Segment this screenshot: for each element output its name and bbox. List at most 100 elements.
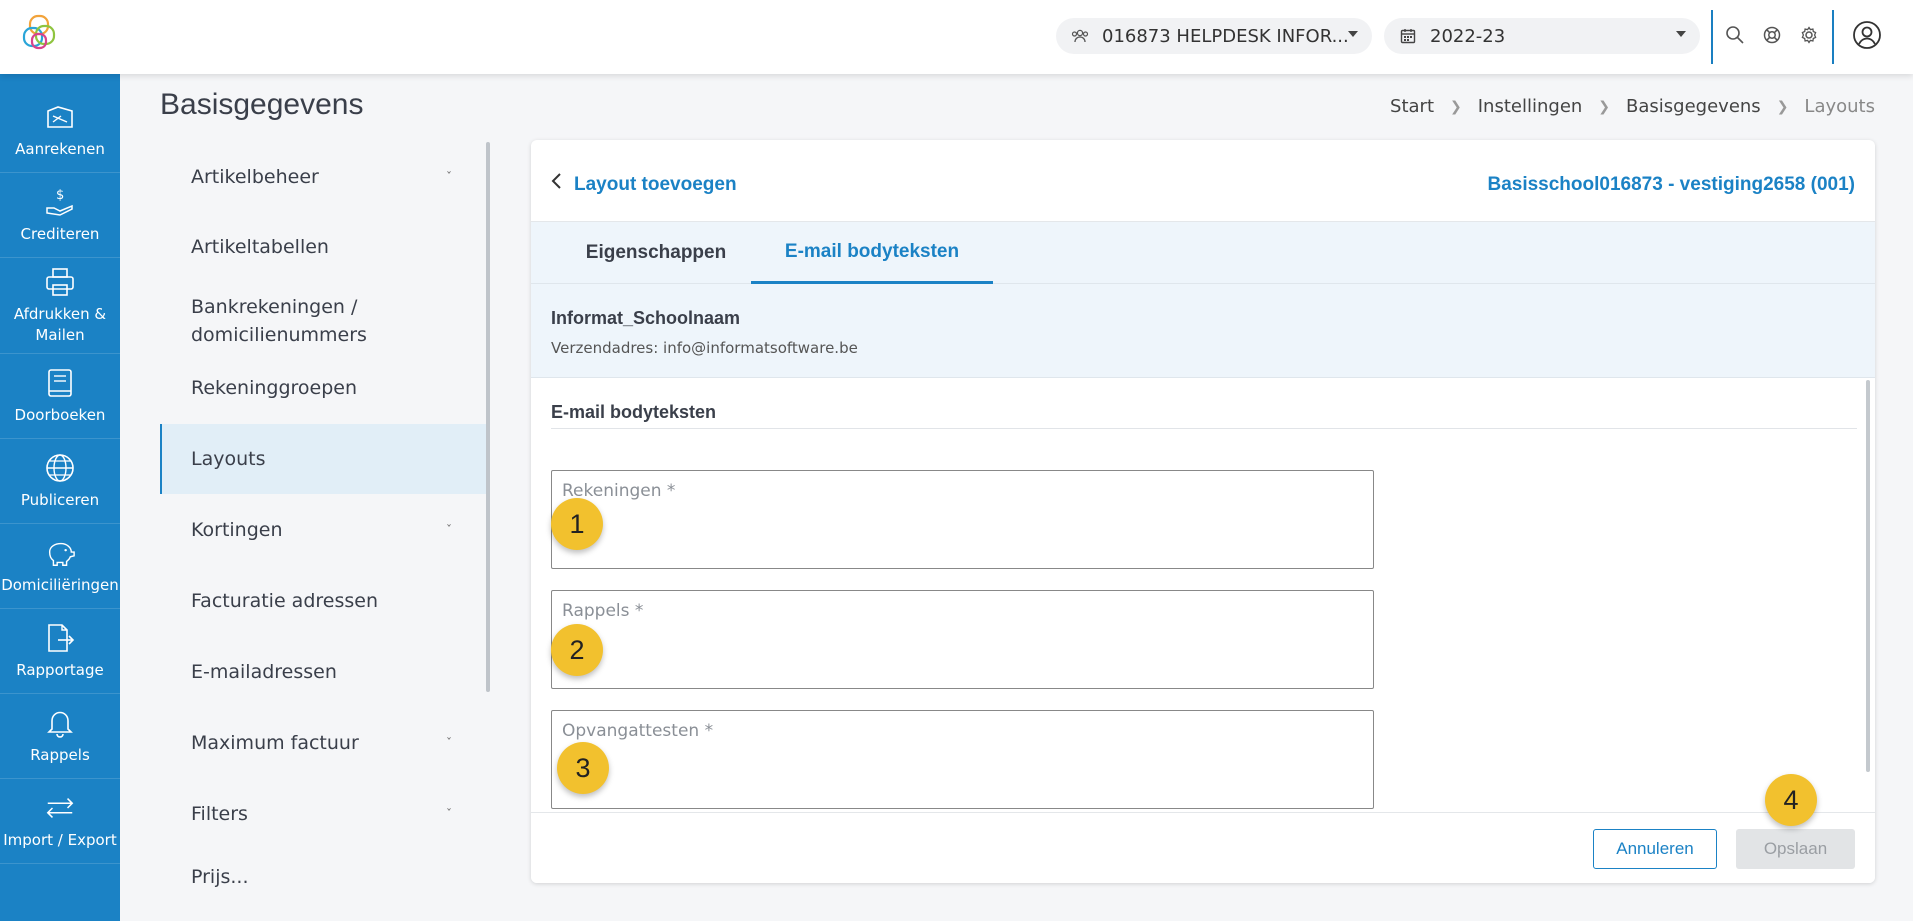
page-title: Basisgegevens (160, 88, 364, 121)
submenu-item-maximum-factuur[interactable]: Maximum factuur ˇ (160, 708, 490, 778)
back-button[interactable] (545, 170, 567, 192)
printer-icon (44, 266, 76, 298)
submenu-item-artikelbeheer[interactable]: Artikelbeheer ˇ (160, 142, 490, 212)
sidebar-item-label: Doorboeken (14, 405, 106, 424)
gear-icon[interactable] (1798, 24, 1820, 46)
cancel-button[interactable]: Annuleren (1593, 829, 1717, 869)
breadcrumb-basisgegevens[interactable]: Basisgegevens (1626, 96, 1761, 117)
organisation-select[interactable]: 016873 HELPDESK INFOR... (1056, 18, 1372, 54)
submenu-item-label: Rekeninggroepen (191, 377, 358, 399)
tab-eigenschappen[interactable]: Eigenschappen (561, 222, 751, 284)
submenu-item-layouts[interactable]: Layouts (160, 424, 490, 494)
divider (1832, 10, 1834, 64)
sidebar-item-aanrekenen[interactable]: Aanrekenen (0, 88, 120, 173)
submenu-item-label: Facturatie adressen (191, 590, 378, 612)
settings-submenu: Artikelbeheer ˇ Artikeltabellen Bankreke… (160, 142, 490, 921)
submenu-item-e-mailadressen[interactable]: E-mailadressen (160, 637, 490, 707)
submenu-item-label: Layouts (191, 448, 266, 470)
rappels-label: Rappels * (562, 601, 644, 621)
submenu-item-prijs[interactable]: Prijs... (160, 848, 490, 888)
caret-down-icon (1676, 31, 1686, 37)
globe-icon (44, 452, 76, 484)
sidebar-item-rappels[interactable]: Rappels (0, 694, 120, 779)
submenu-scrollbar[interactable] (486, 142, 490, 692)
rekeningen-field[interactable]: Rekeningen * (551, 470, 1374, 569)
rappels-field[interactable]: Rappels * (551, 590, 1374, 689)
user-icon[interactable] (1852, 20, 1882, 50)
submenu-item-label: Artikeltabellen (191, 236, 329, 258)
sidebar-item-label: Import / Export (3, 830, 117, 849)
group-icon (1070, 26, 1090, 46)
sidebar-item-rapportage[interactable]: Rapportage (0, 609, 120, 694)
marker-2: 2 (551, 624, 603, 676)
breadcrumb: Start ❯ Instellingen ❯ Basisgegevens ❯ L… (1390, 96, 1875, 117)
submenu-item-artikeltabellen[interactable]: Artikeltabellen (160, 212, 490, 282)
sidebar-item-label: Rapportage (16, 660, 104, 679)
marker-3: 3 (557, 742, 609, 794)
chevron-down-icon: ˇ (446, 170, 452, 184)
tab-bar: Eigenschappen E-mail bodyteksten (531, 222, 1875, 284)
section-divider (551, 428, 1857, 429)
bell-icon (44, 707, 76, 739)
sidebar-item-label: Publiceren (20, 490, 100, 509)
credit-hand-icon: $ (44, 186, 76, 218)
card-title: Layout toevoegen (574, 174, 737, 195)
chevron-down-icon: ˇ (446, 523, 452, 537)
card-footer: Annuleren Opslaan (531, 812, 1875, 883)
piggy-bank-icon (44, 537, 76, 569)
sidebar-item-label: Rappels (30, 745, 90, 764)
submenu-item-kortingen[interactable]: Kortingen ˇ (160, 495, 490, 565)
tab-email-bodyteksten[interactable]: E-mail bodyteksten (751, 222, 993, 284)
submenu-item-label: Bankrekeningen / domicilienummers (191, 296, 367, 346)
submenu-item-label: Filters (191, 803, 248, 825)
card-scrollbar[interactable] (1866, 380, 1870, 772)
calendar-icon (1398, 26, 1418, 46)
divider (1711, 10, 1713, 64)
invoice-icon (44, 101, 76, 133)
sidebar-item-crediteren[interactable]: $ Crediteren (0, 173, 120, 258)
search-icon[interactable] (1724, 24, 1746, 46)
chevron-right-icon: ❯ (1598, 98, 1611, 115)
sidebar-item-label: Domiciliëringen (1, 575, 119, 594)
submenu-item-label: Maximum factuur (191, 732, 359, 754)
app-logo[interactable] (20, 12, 62, 54)
main-sidebar: Aanrekenen $ Crediteren Afdrukken & Mail… (0, 74, 120, 921)
report-icon (44, 622, 76, 654)
save-button[interactable]: Opslaan (1736, 829, 1855, 869)
help-icon[interactable] (1761, 24, 1783, 46)
sidebar-item-domicilieringen[interactable]: Domiciliëringen (0, 524, 120, 609)
breadcrumb-start[interactable]: Start (1390, 96, 1434, 117)
sidebar-item-afdrukken-mailen[interactable]: Afdrukken & Mailen (0, 258, 120, 354)
breadcrumb-layouts: Layouts (1804, 96, 1875, 117)
school-label: Basisschool016873 - vestiging2658 (001) (1487, 174, 1855, 195)
sidebar-item-doorboeken[interactable]: Doorboeken (0, 354, 120, 439)
section-title: E-mail bodyteksten (551, 402, 717, 422)
card-header: Layout toevoegen Basisschool016873 - ves… (531, 140, 1875, 222)
sidebar-item-label: Aanrekenen (15, 139, 105, 158)
submenu-item-label: Kortingen (191, 519, 283, 541)
transfer-icon (44, 792, 76, 824)
sidebar-item-label: Afdrukken & Mailen (13, 304, 107, 344)
sidebar-item-import-export[interactable]: Import / Export (0, 779, 120, 864)
submenu-item-label: Prijs... (191, 866, 249, 888)
layout-card: Layout toevoegen Basisschool016873 - ves… (531, 140, 1875, 883)
school-year-select[interactable]: 2022-23 (1384, 18, 1700, 54)
school-info: Informat_Schoolnaam Verzendadres: info@i… (531, 284, 1875, 378)
submenu-item-filters[interactable]: Filters ˇ (160, 779, 490, 849)
marker-4: 4 (1765, 774, 1817, 826)
submenu-item-bankrekeningen[interactable]: Bankrekeningen / domicilienummers (160, 282, 367, 362)
chevron-down-icon: ˇ (446, 807, 452, 821)
chevron-down-icon: ˇ (446, 736, 452, 750)
chevron-right-icon: ❯ (1776, 98, 1789, 115)
opvangattesten-label: Opvangattesten * (562, 721, 714, 741)
submenu-item-rekeninggroepen[interactable]: Rekeninggroepen (160, 353, 490, 423)
sidebar-item-publiceren[interactable]: Publiceren (0, 439, 120, 524)
breadcrumb-instellingen[interactable]: Instellingen (1478, 96, 1583, 117)
sidebar-item-label: Crediteren (20, 224, 100, 243)
caret-down-icon (1348, 31, 1358, 37)
school-name: Informat_Schoolnaam (551, 308, 741, 328)
opvangattesten-field[interactable]: Opvangattesten * (551, 710, 1374, 809)
submenu-item-label: Artikelbeheer (191, 166, 319, 188)
svg-text:$: $ (56, 188, 64, 203)
submenu-item-facturatie-adressen[interactable]: Facturatie adressen (160, 566, 490, 636)
